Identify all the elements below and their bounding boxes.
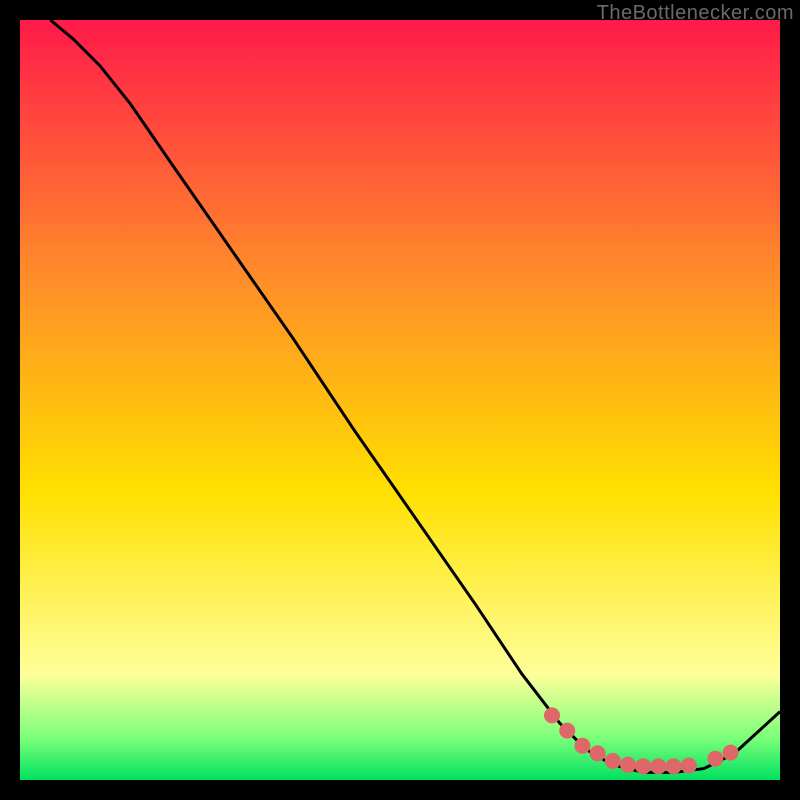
data-dot (559, 723, 575, 739)
data-dot (635, 758, 651, 774)
plot-svg (20, 20, 780, 780)
plot-area (20, 20, 780, 780)
data-dot (574, 738, 590, 754)
data-dot (650, 758, 666, 774)
data-dot (590, 745, 606, 761)
data-dot (681, 758, 697, 774)
data-dot (666, 758, 682, 774)
chart-stage: TheBottlenecker.com (0, 0, 800, 800)
data-dot (707, 751, 723, 767)
data-dot (723, 745, 739, 761)
data-dot (544, 707, 560, 723)
data-dot (620, 757, 636, 773)
data-dot (605, 753, 621, 769)
gradient-background (20, 20, 780, 780)
